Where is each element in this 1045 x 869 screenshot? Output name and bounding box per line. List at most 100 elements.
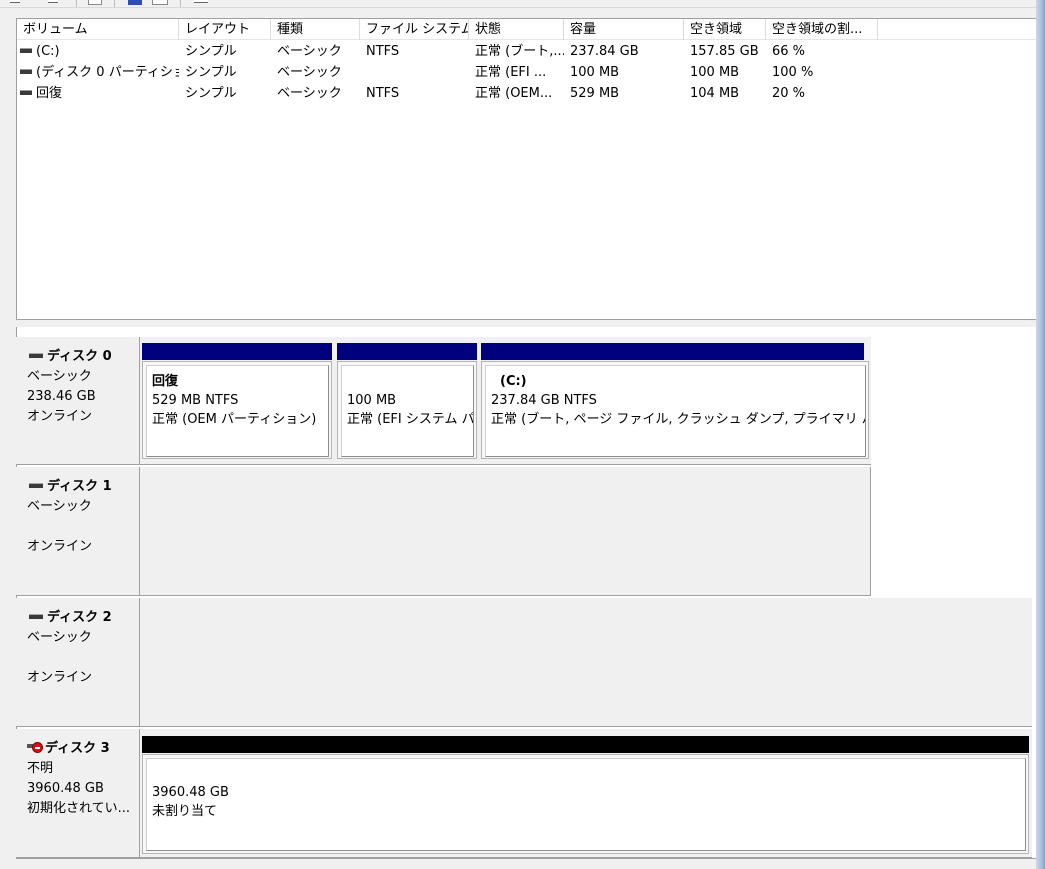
pane-splitter[interactable]: [16, 320, 1036, 327]
free-cell: 157.85 GB: [690, 44, 759, 59]
disk-3-name: ディスク 3: [45, 741, 110, 756]
disk-icon: [29, 482, 43, 488]
partition-size: 100 MB: [347, 393, 397, 408]
disk-3-label[interactable]: ディスク 3 不明 3960.48 GB 初期化されてい...: [16, 729, 140, 858]
partition-status: 正常 (OEM パーティション): [152, 412, 317, 427]
pane-bottom-edge: [16, 858, 1036, 869]
disk-0-name-row: ディスク 0: [27, 347, 139, 367]
status-cell: 正常 (ブート,...: [475, 44, 564, 59]
drive-icon: [20, 48, 32, 53]
filesystem-cell: NTFS: [366, 44, 400, 59]
free-percent-cell: 100 %: [772, 65, 814, 80]
filesystem-cell: [366, 62, 469, 83]
partition-status: 未割り当て: [152, 804, 218, 819]
column-header-layout[interactable]: レイアウト: [179, 19, 271, 40]
column-header-filesystem[interactable]: ファイル システム: [360, 19, 469, 40]
partition-header: [481, 343, 864, 360]
table-row[interactable]: (C:) シンプル ベーシック NTFS 正常 (ブート,... 237.84 …: [17, 41, 1036, 62]
disk-icon: [29, 352, 43, 358]
disk-3-kind: 不明: [27, 761, 54, 776]
status-cell: 正常 (EFI ...: [475, 65, 547, 80]
table-row[interactable]: 回復 シンプル ベーシック NTFS 正常 (OEM... 529 MB 104…: [17, 83, 1036, 104]
volume-name: 回復: [36, 86, 63, 101]
partition-title: (C:): [500, 374, 527, 389]
unallocated-header: [142, 736, 1029, 753]
disk-3-size: 3960.48 GB: [27, 781, 104, 796]
disk-3-partitions: 3960.48 GB 未割り当て: [140, 729, 1032, 858]
list-header: ボリューム レイアウト 種類 ファイル システム 状態 容量 空き領域 空き領域…: [17, 19, 1036, 40]
partition-c[interactable]: (C:) 237.84 GB NTFS 正常 (ブート, ページ ファイル, ク…: [485, 365, 866, 457]
column-header-free-percent[interactable]: 空き領域の割...: [766, 19, 878, 40]
disk-0-label[interactable]: ディスク 0 ベーシック 238.46 GB オンライン: [16, 337, 140, 465]
toolbar-separator: [114, 0, 115, 7]
partition-recovery[interactable]: 回復 529 MB NTFS 正常 (OEM パーティション): [146, 365, 329, 457]
capacity-cell: 237.84 GB: [570, 44, 639, 59]
column-header-free[interactable]: 空き領域: [684, 19, 766, 40]
table-row[interactable]: (ディスク 0 パーティショ... シンプル ベーシック 正常 (EFI ...…: [17, 62, 1036, 83]
partition-status: 正常 (ブート, ページ ファイル, クラッシュ ダンプ, プライマリ パーティ…: [491, 412, 865, 427]
disk-0-state: オンライン: [27, 409, 93, 424]
disk-0-kind: ベーシック: [27, 369, 92, 384]
disk-error-icon: [27, 741, 43, 753]
filesystem-cell: NTFS: [366, 86, 400, 101]
help-icon[interactable]: [128, 0, 142, 5]
column-header-volume[interactable]: ボリューム: [17, 19, 179, 40]
partition-status: 正常 (EFI システム パー: [347, 412, 474, 427]
layout-cell: シンプル: [185, 86, 237, 101]
disk-2-name: ディスク 2: [47, 610, 112, 625]
volume-cell: 回復: [17, 83, 179, 104]
disk-1-size: [27, 517, 139, 537]
disk-1-area[interactable]: [140, 467, 871, 596]
partition-unallocated[interactable]: 3960.48 GB 未割り当て: [146, 758, 1026, 851]
back-arrow-icon[interactable]: [10, 0, 20, 3]
disk-0-size: 238.46 GB: [27, 389, 96, 404]
disk-1-state: オンライン: [27, 539, 93, 554]
view-icon[interactable]: [152, 0, 168, 5]
partition-title: 回復: [152, 374, 179, 389]
disk-2-state: オンライン: [27, 670, 93, 685]
settings-icon[interactable]: [194, 0, 208, 3]
partition-header: [142, 343, 332, 360]
disk-3-state: 初期化されてい...: [27, 801, 131, 816]
free-cell: 100 MB: [690, 65, 740, 80]
volume-name: (ディスク 0 パーティショ...: [36, 65, 179, 80]
volume-name: (C:): [36, 44, 60, 59]
partition-size: 529 MB NTFS: [152, 393, 239, 408]
capacity-cell: 100 MB: [570, 65, 620, 80]
disk-3-name-row: ディスク 3: [27, 739, 139, 759]
disk-2-label[interactable]: ディスク 2 ベーシック オンライン: [16, 598, 140, 727]
properties-icon[interactable]: [88, 0, 102, 5]
disk-0-partitions: 回復 529 MB NTFS 正常 (OEM パーティション) 100 MB 正…: [140, 337, 871, 465]
toolbar-separator: [180, 0, 181, 7]
toolbar: [0, 0, 1036, 8]
disk-1-label[interactable]: ディスク 1 ベーシック オンライン: [16, 467, 140, 596]
disk-0-name: ディスク 0: [47, 349, 112, 364]
volume-list: ボリューム レイアウト 種類 ファイル システム 状態 容量 空き領域 空き領域…: [16, 18, 1036, 320]
free-percent-cell: 20 %: [772, 86, 806, 101]
drive-icon: [20, 69, 32, 74]
desktop-background-edge: [1036, 0, 1045, 869]
column-header-status[interactable]: 状態: [469, 19, 564, 40]
disk-1-kind: ベーシック: [27, 499, 92, 514]
partition-header: [337, 343, 477, 360]
disk-2-size: [27, 648, 139, 668]
disk-2-area[interactable]: [140, 598, 1032, 727]
column-header-capacity[interactable]: 容量: [564, 19, 684, 40]
disk-1-name: ディスク 1: [47, 479, 112, 494]
disk-icon: [29, 613, 43, 619]
partition-efi[interactable]: 100 MB 正常 (EFI システム パー: [341, 365, 474, 457]
partition-size: 3960.48 GB: [152, 785, 229, 800]
column-header-type[interactable]: 種類: [271, 19, 360, 40]
partition-title: [347, 372, 473, 391]
volume-cell: (ディスク 0 パーティショ...: [17, 62, 179, 83]
disk-2-kind: ベーシック: [27, 630, 92, 645]
forward-arrow-icon[interactable]: [48, 0, 58, 3]
layout-cell: シンプル: [185, 65, 237, 80]
volume-cell: (C:): [17, 41, 179, 62]
capacity-cell: 529 MB: [570, 86, 620, 101]
type-cell: ベーシック: [277, 65, 342, 80]
toolbar-separator: [76, 0, 77, 7]
partition-size: 237.84 GB NTFS: [491, 393, 597, 408]
type-cell: ベーシック: [277, 86, 342, 101]
disk-1-name-row: ディスク 1: [27, 477, 139, 497]
